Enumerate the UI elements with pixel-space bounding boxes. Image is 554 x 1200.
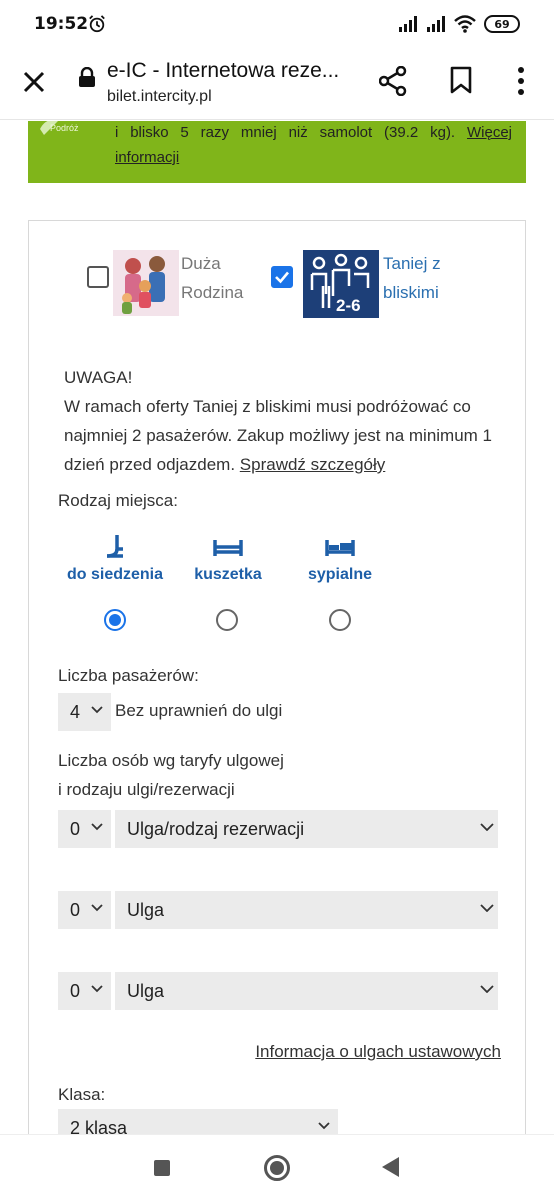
sleeper-icon [325, 540, 355, 556]
cheaper-with-family-image: 2-6 [303, 250, 379, 318]
more-info-link[interactable]: Więcej [467, 124, 512, 141]
passenger-count-description: Bez uprawnień do ulgi [115, 701, 283, 720]
cheaper-with-family-badge: 2-6 [336, 296, 361, 315]
page-content: Podróż i blisko 5 razy mniej niż samolot… [0, 121, 554, 1134]
check-details-link[interactable]: Sprawdź szczegóły [240, 455, 386, 474]
page-url[interactable]: bilet.intercity.pl [107, 88, 212, 106]
signal-icon-2 [427, 16, 445, 32]
page-title[interactable]: e-IC - Internetowa reze... [107, 59, 339, 83]
discount-label-line1: Liczba osób wg taryfy ulgowej [58, 751, 284, 770]
chevron-down-icon [91, 706, 103, 714]
booking-card: Duża Rodzina 2-6 Taniej z bliskimi UWAGA… [28, 220, 526, 1134]
discount-type-select-1[interactable]: Ulga/rodzaj rezerwacji [115, 810, 498, 848]
seat-option-couchette-label: kuszetka [194, 566, 262, 583]
more-info-link-cont[interactable]: informacji [115, 149, 179, 166]
discount-count-value-3: 0 [70, 980, 81, 1001]
notice-heading: UWAGA! [64, 368, 133, 387]
discount-count-select-1[interactable]: 0 [58, 810, 111, 848]
status-bar: 19:52 69 [0, 0, 554, 50]
large-family-label-line2: Rodzina [181, 283, 244, 302]
discount-type-value-2: Ulga [127, 899, 165, 920]
couchette-icon [213, 540, 243, 556]
notice-box: UWAGA! W ramach oferty Taniej z bliskimi… [64, 363, 524, 479]
discount-type-value-1: Ulga/rodzaj rezerwacji [127, 818, 305, 839]
class-select[interactable]: 2 klasa [58, 1109, 338, 1134]
discount-count-value-1: 0 [70, 818, 81, 839]
class-value: 2 klasa [70, 1117, 128, 1135]
discount-type-select-2[interactable]: Ulga [115, 891, 498, 929]
chevron-down-icon [318, 1122, 330, 1130]
seat-option-sleeper-label: sypialne [307, 566, 373, 583]
bookmark-icon[interactable] [450, 66, 472, 94]
wifi-icon [454, 15, 476, 33]
discount-count-value-2: 0 [70, 899, 81, 920]
back-icon[interactable] [382, 1157, 399, 1177]
passenger-count-select[interactable]: 4 [58, 693, 111, 731]
passenger-count-value: 4 [70, 701, 81, 722]
system-nav-bar [0, 1134, 554, 1200]
eco-text: i blisko 5 razy mniej niż samolot (39.2 … [115, 121, 512, 145]
status-time: 19:52 [34, 14, 89, 34]
large-family-image [113, 250, 179, 316]
class-label: Klasa: [58, 1085, 106, 1104]
eco-logo-text: Podróż [50, 123, 79, 133]
seat-option-couchette[interactable]: kuszetka [168, 534, 288, 584]
share-icon[interactable] [379, 66, 407, 96]
seat-radio-sitting[interactable] [104, 609, 126, 631]
large-family-label-line1: Duża [181, 254, 221, 273]
seat-option-sleeper[interactable]: sypialne [280, 534, 400, 584]
signal-icon [399, 16, 417, 32]
chevron-down-icon [480, 985, 494, 993]
home-icon[interactable] [264, 1155, 290, 1181]
seat-option-sitting-label: do siedzenia [66, 566, 164, 583]
discount-type-value-3: Ulga [127, 980, 165, 1001]
chevron-down-icon [480, 823, 494, 831]
large-family-label[interactable]: Duża Rodzina [181, 249, 243, 307]
notice-body: W ramach oferty Taniej z bliskimi musi p… [64, 392, 524, 479]
eco-text-line: i blisko 5 razy mniej niż samolot (39.2 … [115, 124, 456, 141]
checkmark-icon [275, 271, 289, 284]
seat-radio-sleeper[interactable] [329, 609, 351, 631]
recents-icon[interactable] [154, 1160, 170, 1176]
chevron-down-icon [91, 985, 103, 993]
seat-option-sitting[interactable]: do siedzenia [55, 534, 175, 584]
statutory-discounts-info-link[interactable]: Informacja o ulgach ustawowych [255, 1042, 501, 1062]
battery-icon: 69 [484, 15, 520, 33]
seat-radio-couchette[interactable] [216, 609, 238, 631]
eco-text-line2: informacji [115, 145, 179, 170]
seat-icon [106, 535, 123, 558]
discount-label-line2: i rodzaju ulgi/rezerwacji [58, 780, 235, 799]
large-family-checkbox[interactable] [87, 266, 109, 288]
alarm-icon [89, 15, 105, 33]
cheaper-with-family-checkbox[interactable] [271, 266, 293, 288]
discount-count-select-2[interactable]: 0 [58, 891, 111, 929]
lock-icon [79, 67, 95, 87]
passenger-count-label: Liczba pasażerów: [58, 666, 199, 685]
browser-toolbar: e-IC - Internetowa reze... bilet.interci… [0, 50, 554, 120]
close-icon[interactable] [20, 68, 48, 96]
status-icons: 69 [398, 14, 520, 34]
more-options-icon[interactable] [514, 66, 528, 96]
discount-label: Liczba osób wg taryfy ulgowej i rodzaju … [58, 746, 284, 804]
chevron-down-icon [91, 904, 103, 912]
eco-banner: Podróż i blisko 5 razy mniej niż samolot… [28, 121, 526, 183]
chevron-down-icon [480, 904, 494, 912]
cheaper-with-family-label-line1: Taniej z [383, 254, 441, 273]
discount-count-select-3[interactable]: 0 [58, 972, 111, 1010]
discount-type-select-3[interactable]: Ulga [115, 972, 498, 1010]
seat-type-label: Rodzaj miejsca: [58, 491, 178, 510]
cheaper-with-family-label-line2: bliskimi [383, 283, 439, 302]
cheaper-with-family-label[interactable]: Taniej z bliskimi [383, 249, 441, 307]
chevron-down-icon [91, 823, 103, 831]
